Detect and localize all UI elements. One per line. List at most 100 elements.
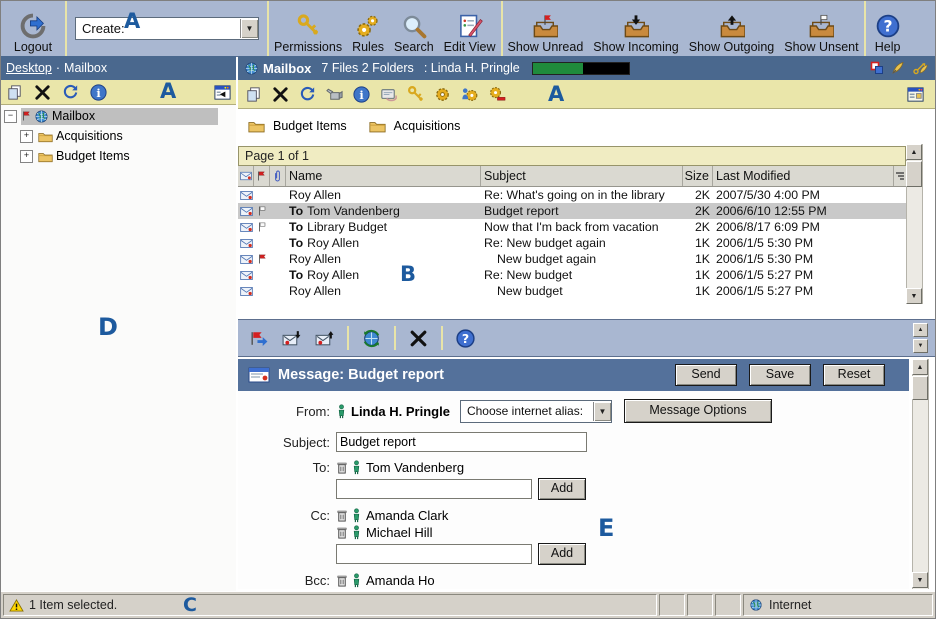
tree-item-acquisitions[interactable]: + Acquisitions [1,127,236,145]
window-view-button[interactable] [906,85,925,104]
key-quill-icon[interactable] [912,61,929,75]
add-recipient-button[interactable]: Add [538,543,586,565]
message-scrollbar-thumb[interactable] [912,376,928,400]
key-button[interactable] [406,85,425,104]
table-row[interactable]: ToRoy Allen Re: New budget again 1K 2006… [238,235,906,251]
info-button[interactable] [352,85,371,104]
trash-icon[interactable] [336,509,348,522]
pane-scroll-down-button[interactable]: ▼ [913,339,928,353]
flag-icon [257,170,266,182]
column-menu-button[interactable] [894,166,906,186]
gear-button[interactable] [433,85,452,104]
tree-item-mailbox[interactable]: − Mailbox [1,107,236,125]
tree-expander[interactable]: + [20,150,33,163]
warning-icon [9,599,24,612]
path-item-budget-items[interactable]: Budget Items [248,119,347,133]
tree-expander[interactable]: − [4,110,17,123]
copy-button[interactable] [244,85,263,104]
list-scroll-down-button[interactable]: ▼ [906,288,922,304]
toolbar-button-permissions[interactable]: Permissions [269,1,347,56]
trash-icon[interactable] [336,461,348,474]
table-row[interactable]: Roy Allen New budget again 1K 2006/1/5 5… [238,251,906,267]
modified-column-header[interactable]: Last Modified [713,166,894,186]
collapse-panel-icon [213,83,232,102]
table-row[interactable]: Roy Allen New budget 1K 2006/1/5 5:27 PM [238,283,906,299]
toolbar-button-search[interactable]: Search [389,1,439,56]
row-size: 1K [683,283,713,299]
recipient-input[interactable] [336,479,532,499]
logout-button[interactable]: Logout [1,1,65,56]
sidebar-toolbar [1,80,236,105]
quota-bar [532,62,630,75]
toolbar-button-show-unread[interactable]: Show Unread [503,1,589,56]
delete-button[interactable] [33,83,52,102]
card-button[interactable] [379,85,398,104]
message-scroll-up-button[interactable]: ▲ [912,359,928,375]
table-row[interactable]: ToTom Vandenberg Budget report 2K 2006/6… [238,203,906,219]
add-recipient-button[interactable]: Add [538,478,586,500]
message-options-button[interactable]: Message Options [624,399,772,423]
row-modified: 2007/5/30 4:00 PM [713,187,894,203]
card-icon [379,85,398,104]
refresh-button[interactable] [298,85,317,104]
chevron-down-icon[interactable]: ▼ [240,19,258,38]
help-button[interactable]: Help [870,1,906,56]
toolbar-button-show-outgoing[interactable]: Show Outgoing [684,1,779,56]
size-column-header[interactable]: Size [683,166,713,186]
help-button[interactable] [455,328,476,349]
toolbar-button-show-unsent[interactable]: Show Unsent [779,1,863,56]
status-message: 1 Item selected. [29,598,117,612]
flag-column-header[interactable] [254,166,270,186]
row-subject: Re: New budget [481,267,683,283]
trash-icon[interactable] [336,574,348,587]
subject-column-header[interactable]: Subject [481,166,683,186]
path-item-acquisitions[interactable]: Acquisitions [369,119,461,133]
delete-button[interactable] [271,85,290,104]
row-modified: 2006/1/5 5:27 PM [713,283,894,299]
attachment-column-header[interactable] [270,166,286,186]
table-row[interactable]: ToRoy Allen Re: New budget 1K 2006/1/5 5… [238,267,906,283]
info-button[interactable] [89,83,108,102]
collapse-panel-button[interactable] [213,83,232,102]
tree-expander[interactable]: + [20,130,33,143]
gear-user-button[interactable] [460,85,479,104]
subject-input[interactable] [336,432,587,452]
forward-flag-button[interactable] [248,328,269,349]
pane-scroll-up-button[interactable]: ▲ [913,323,928,337]
list-scrollbar-thumb[interactable] [906,161,922,187]
name-column-header[interactable]: Name [286,166,481,186]
table-row[interactable]: ToLibrary Budget Now that I'm back from … [238,219,906,235]
squares-icon[interactable] [870,61,884,75]
trash-icon[interactable] [336,526,348,539]
tree-item-budget-items[interactable]: + Budget Items [1,147,236,165]
breadcrumb-desktop-link[interactable]: Desktop [6,61,52,75]
gear-remove-button[interactable] [487,85,506,104]
send-button[interactable]: Send [675,364,737,386]
recipient-input[interactable] [336,544,532,564]
copy-button[interactable] [5,83,24,102]
sync-button[interactable] [361,328,382,349]
message-scroll-down-button[interactable]: ▼ [912,572,928,588]
chevron-down-icon[interactable]: ▼ [593,402,611,421]
edit-quill-icon[interactable] [891,61,905,75]
subject-label: Subject: [238,435,336,450]
sent-mail-button[interactable] [314,328,335,349]
refresh-button[interactable] [61,83,80,102]
reset-button[interactable]: Reset [823,364,885,386]
received-mail-button[interactable] [281,328,302,349]
pour-button[interactable] [325,85,344,104]
save-button[interactable]: Save [749,364,811,386]
message-buttons: Send Save Reset [663,364,885,386]
delete-button[interactable] [408,328,429,349]
list-scroll-up-button[interactable]: ▲ [906,144,922,160]
callout-d-sidebar: D [98,313,118,341]
content-header: Mailbox 7 Files 2 Folders : Linda H. Pri… [238,56,935,80]
file-list-rows: Roy Allen Re: What's going on in the lib… [238,187,906,299]
table-row[interactable]: Roy Allen Re: What's going on in the lib… [238,187,906,203]
toolbar-button-show-incoming[interactable]: Show Incoming [588,1,683,56]
toolbar-button-edit-view[interactable]: Edit View [439,1,501,56]
envelope-column-header[interactable] [238,166,254,186]
internet-alias-dropdown[interactable]: Choose internet alias: ▼ [460,400,612,423]
toolbar-button-rules[interactable]: Rules [347,1,389,56]
create-dropdown[interactable]: Create: ▼ [75,17,259,40]
